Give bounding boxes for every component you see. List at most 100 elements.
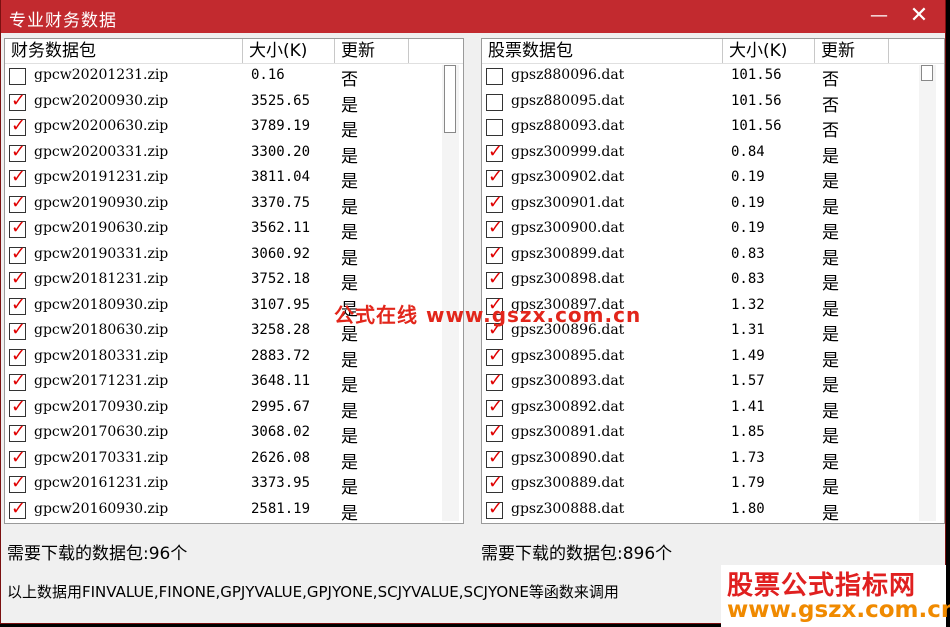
- table-row[interactable]: ✓ gpcw20181231.zip 3752.18 是: [5, 269, 463, 295]
- row-checkbox[interactable]: ✓: [9, 243, 26, 264]
- table-row[interactable]: gpsz880093.dat 101.56 否: [482, 116, 944, 142]
- package-update-flag: 是: [822, 223, 839, 243]
- function-usage-note: 以上数据用FINVALUE,FINONE,GPJYVALUE,GPJYONE,S…: [7, 583, 619, 601]
- row-checkbox[interactable]: ✓: [486, 345, 503, 366]
- row-checkbox[interactable]: ✓: [486, 498, 503, 519]
- table-row[interactable]: ✓ gpsz300898.dat 0.83 是: [482, 269, 944, 295]
- table-row[interactable]: ✓ gpsz300900.dat 0.19 是: [482, 218, 944, 244]
- check-mark-icon: ✓: [11, 89, 27, 111]
- row-checkbox[interactable]: ✓: [486, 422, 503, 442]
- package-name: gpsz300898.dat: [511, 271, 625, 287]
- row-checkbox[interactable]: ✓: [9, 320, 26, 340]
- table-row[interactable]: ✓ gpcw20200930.zip 3525.65 是: [5, 89, 463, 117]
- package-update-flag: 是: [822, 197, 839, 218]
- title-bar[interactable]: 专业财务数据 — ✕: [1, 0, 945, 33]
- table-row[interactable]: ✓ gpcw20190930.zip 3370.75 是: [5, 192, 463, 219]
- table-row[interactable]: ✓ gpsz300890.dat 1.73 是: [482, 447, 944, 474]
- package-size: 101.56: [731, 92, 782, 109]
- package-update-flag: 是: [822, 248, 839, 269]
- package-name: gpcw20200930.zip: [34, 92, 169, 109]
- scrollbar-thumb[interactable]: [921, 65, 933, 81]
- table-row[interactable]: ✓ gpcw20200630.zip 3789.19 是: [5, 116, 463, 142]
- package-update-flag: 是: [822, 299, 839, 320]
- row-checkbox[interactable]: ✓: [9, 396, 26, 417]
- table-row[interactable]: ✓ gpsz300901.dat 0.19 是: [482, 192, 944, 219]
- table-row[interactable]: ✓ gpsz300891.dat 1.85 是: [482, 422, 944, 448]
- table-row[interactable]: ✓ gpcw20161231.zip 3373.95 是: [5, 473, 463, 499]
- table-row[interactable]: ✓ gpcw20190331.zip 3060.92 是: [5, 243, 463, 270]
- row-checkbox[interactable]: ✓: [486, 218, 503, 238]
- check-mark-icon: ✓: [11, 140, 27, 162]
- row-checkbox[interactable]: ✓: [486, 396, 503, 417]
- table-row[interactable]: ✓ gpsz300889.dat 1.79 是: [482, 473, 944, 499]
- row-checkbox[interactable]: ✓: [9, 345, 26, 366]
- table-row[interactable]: ✓ gpsz300895.dat 1.49 是: [482, 345, 944, 372]
- table-row[interactable]: ✓ gpsz300999.dat 0.84 是: [482, 141, 944, 168]
- package-update-flag: 是: [341, 452, 358, 473]
- row-checkbox[interactable]: ✓: [486, 167, 503, 187]
- package-name: gpcw20200630.zip: [34, 118, 169, 134]
- table-row[interactable]: ✓ gpsz300893.dat 1.57 是: [482, 371, 944, 397]
- row-checkbox[interactable]: [486, 119, 503, 136]
- vertical-scrollbar[interactable]: [442, 65, 459, 521]
- table-row[interactable]: ✓ gpcw20171231.zip 3648.11 是: [5, 371, 463, 397]
- row-checkbox[interactable]: ✓: [9, 269, 26, 289]
- package-update-flag: 是: [341, 274, 358, 294]
- row-checkbox[interactable]: [486, 93, 503, 111]
- vertical-scrollbar[interactable]: [919, 65, 936, 521]
- row-checkbox[interactable]: ✓: [9, 473, 26, 493]
- table-row[interactable]: ✓ gpcw20170331.zip 2626.08 是: [5, 447, 463, 474]
- row-checkbox[interactable]: ✓: [9, 447, 26, 468]
- row-checkbox[interactable]: ✓: [9, 498, 26, 519]
- row-checkbox[interactable]: ✓: [9, 167, 26, 187]
- finance-package-list[interactable]: 财务数据包 大小(K) 更新 gpcw20201231.zip 0.16 否 ✓ gpc…: [4, 38, 464, 524]
- table-row[interactable]: ✓ gpcw20170630.zip 3068.02 是: [5, 422, 463, 448]
- package-name: gpcw20170630.zip: [34, 424, 169, 440]
- column-header-update[interactable]: 更新: [335, 39, 409, 63]
- table-row[interactable]: ✓ gpcw20170930.zip 2995.67 是: [5, 396, 463, 423]
- row-checkbox[interactable]: ✓: [9, 140, 27, 162]
- table-row[interactable]: ✓ gpcw20191231.zip 3811.04 是: [5, 167, 463, 193]
- row-checkbox[interactable]: ✓: [486, 243, 503, 264]
- row-checkbox[interactable]: ✓: [9, 422, 26, 442]
- table-row[interactable]: ✓ gpsz300888.dat 1.80 是: [482, 498, 944, 523]
- table-row[interactable]: ✓ gpcw20190630.zip 3562.11 是: [5, 218, 463, 244]
- row-checkbox[interactable]: ✓: [486, 473, 503, 493]
- table-row[interactable]: gpsz880096.dat 101.56 否: [482, 65, 944, 91]
- column-header-size[interactable]: 大小(K): [243, 39, 335, 63]
- close-button[interactable]: ✕: [907, 4, 931, 28]
- table-row[interactable]: gpcw20201231.zip 0.16 否: [5, 65, 463, 91]
- table-row[interactable]: ✓ gpsz300892.dat 1.41 是: [482, 396, 944, 423]
- scrollbar-thumb[interactable]: [444, 65, 456, 133]
- stock-package-list[interactable]: 股票数据包 大小(K) 更新 gpsz880096.dat 101.56 否 gpsz…: [481, 38, 945, 524]
- table-row[interactable]: ✓ gpsz300899.dat 0.83 是: [482, 243, 944, 270]
- row-checkbox[interactable]: ✓: [486, 141, 503, 162]
- table-row[interactable]: ✓ gpcw20200331.zip 3300.20 是: [5, 140, 463, 168]
- row-checkbox[interactable]: ✓: [486, 447, 503, 468]
- row-checkbox[interactable]: ✓: [486, 192, 503, 213]
- row-checkbox[interactable]: ✓: [9, 89, 27, 111]
- minimize-button[interactable]: —: [867, 4, 891, 28]
- row-checkbox[interactable]: ✓: [9, 218, 26, 238]
- row-checkbox[interactable]: ✓: [9, 116, 26, 136]
- package-name: gpcw20171231.zip: [34, 373, 169, 389]
- column-header-package[interactable]: 财务数据包: [5, 39, 243, 63]
- column-header-update[interactable]: 更新: [815, 39, 889, 63]
- table-row[interactable]: ✓ gpcw20180331.zip 2883.72 是: [5, 345, 463, 372]
- package-size: 3370.75: [251, 194, 311, 211]
- table-row[interactable]: ✓ gpsz300902.dat 0.19 是: [482, 167, 944, 193]
- table-row[interactable]: gpsz880095.dat 101.56 否: [482, 91, 944, 117]
- row-checkbox[interactable]: ✓: [486, 371, 503, 391]
- row-checkbox[interactable]: [9, 68, 26, 85]
- column-header-package[interactable]: 股票数据包: [482, 39, 723, 63]
- package-size: 0.19: [731, 220, 765, 236]
- column-header-size[interactable]: 大小(K): [723, 39, 815, 63]
- package-size: 3373.95: [251, 475, 311, 491]
- table-row[interactable]: ✓ gpcw20160930.zip 2581.19 是: [5, 498, 463, 523]
- row-checkbox[interactable]: ✓: [9, 371, 26, 391]
- row-checkbox[interactable]: ✓: [486, 269, 503, 289]
- row-checkbox[interactable]: [486, 68, 503, 85]
- row-checkbox[interactable]: ✓: [9, 294, 26, 315]
- row-checkbox[interactable]: ✓: [9, 192, 26, 213]
- package-size: 0.19: [731, 194, 765, 211]
